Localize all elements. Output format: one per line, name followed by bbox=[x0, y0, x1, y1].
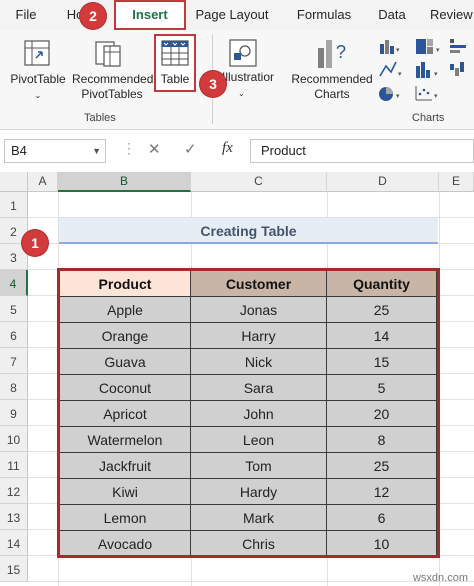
row-header-5[interactable]: 5 bbox=[0, 296, 28, 322]
tab-insert[interactable]: Insert bbox=[114, 0, 186, 30]
table-button[interactable]: Table bbox=[154, 34, 196, 92]
hierarchy-chart-icon bbox=[416, 39, 433, 54]
row-header-1[interactable]: 1 bbox=[0, 192, 28, 218]
formula-bar: B4 ▼ ⋮ ✕ ✓ fx Product bbox=[0, 130, 474, 170]
row-header-11[interactable]: 11 bbox=[0, 452, 28, 478]
tab-data[interactable]: Data bbox=[374, 0, 410, 30]
step-badge-1: 1 bbox=[22, 230, 48, 256]
pivottable-icon bbox=[24, 40, 50, 66]
svg-text:▾: ▾ bbox=[396, 92, 400, 100]
gridline-h bbox=[28, 581, 474, 582]
column-header-e[interactable]: E bbox=[439, 172, 474, 192]
column-header-a[interactable]: A bbox=[28, 172, 58, 192]
pivottable-label: PivotTable bbox=[10, 72, 66, 86]
name-box[interactable]: B4 ▼ bbox=[4, 139, 106, 163]
recommended-pivottables-icon bbox=[95, 41, 121, 67]
chevron-down-icon: ⌄ bbox=[238, 89, 245, 98]
recommended-charts-label-2: Charts bbox=[314, 87, 350, 101]
row-header-4[interactable]: 4 bbox=[0, 270, 28, 296]
select-all-corner[interactable] bbox=[0, 172, 28, 192]
row-header-8[interactable]: 8 bbox=[0, 374, 28, 400]
row-header-9[interactable]: 9 bbox=[0, 400, 28, 426]
waterfall-chart-icon bbox=[450, 62, 464, 76]
svg-text:▾: ▾ bbox=[436, 46, 440, 54]
chevron-down-icon: ▼ bbox=[92, 146, 101, 156]
row-header-6[interactable]: 6 bbox=[0, 322, 28, 348]
svg-text:▾: ▾ bbox=[434, 92, 438, 100]
ribbon: PivotTable ⌄ Recommended PivotTables Tab… bbox=[0, 30, 474, 130]
scatter-chart-icon bbox=[415, 86, 432, 101]
name-box-value: B4 bbox=[11, 143, 27, 158]
svg-text:▾: ▾ bbox=[398, 70, 402, 78]
row-header-10[interactable]: 10 bbox=[0, 426, 28, 452]
tab-page-layout[interactable]: Page Layout bbox=[192, 0, 272, 30]
recommended-charts-icon: ? bbox=[318, 40, 346, 68]
recommended-charts-label-1: Recommended bbox=[291, 72, 373, 86]
tab-formulas[interactable]: Formulas bbox=[292, 0, 356, 30]
cancel-icon[interactable]: ✕ bbox=[148, 140, 161, 158]
row-header-15[interactable]: 15 bbox=[0, 556, 28, 582]
row-header-12[interactable]: 12 bbox=[0, 478, 28, 504]
recommended-pivottables-label-1: Recommended bbox=[72, 72, 154, 86]
row-header-13[interactable]: 13 bbox=[0, 504, 28, 530]
column-header-d[interactable]: D bbox=[327, 172, 439, 192]
ribbon-tab-bar: File Ho Insert Page Layout Formulas Data… bbox=[0, 0, 474, 30]
column-header-c[interactable]: C bbox=[191, 172, 327, 192]
table-icon bbox=[161, 40, 189, 66]
tab-review[interactable]: Review bbox=[430, 0, 474, 30]
illustrations-label: Illustrations bbox=[222, 70, 274, 84]
chevron-down-icon: ⌄ bbox=[34, 91, 42, 100]
step-badge-2: 2 bbox=[80, 3, 106, 29]
enter-icon[interactable]: ✓ bbox=[184, 140, 197, 158]
table-selection-outline bbox=[57, 268, 440, 558]
watermark: wsxdn.com bbox=[412, 572, 468, 584]
recommended-charts-button[interactable]: Recommended Charts bbox=[288, 72, 376, 102]
insert-function-icon[interactable]: fx bbox=[222, 140, 233, 157]
column-chart-icon bbox=[380, 40, 394, 54]
group-label-tables: Tables bbox=[84, 112, 116, 124]
row-header-14[interactable]: 14 bbox=[0, 530, 28, 556]
svg-text:▾: ▾ bbox=[396, 46, 400, 54]
row-header-7[interactable]: 7 bbox=[0, 348, 28, 374]
line-chart-icon bbox=[379, 61, 397, 77]
recommended-pivottables-button[interactable]: Recommended PivotTables bbox=[72, 72, 154, 102]
column-header-b[interactable]: B bbox=[58, 172, 191, 192]
statistic-chart-icon bbox=[416, 62, 430, 78]
bar-chart-icon bbox=[450, 39, 466, 53]
illustrations-icon bbox=[229, 39, 257, 67]
pie-chart-icon bbox=[379, 87, 393, 101]
illustrations-button[interactable]: Illustrations ⌄ bbox=[222, 70, 274, 101]
table-label: Table bbox=[160, 72, 190, 86]
formula-input[interactable]: Product bbox=[250, 139, 474, 163]
svg-text:▾: ▾ bbox=[434, 70, 438, 78]
step-badge-3: 3 bbox=[200, 71, 226, 97]
more-options-icon: ⋮ bbox=[122, 140, 136, 156]
recommended-pivottables-label-2: PivotTables bbox=[81, 87, 143, 101]
pivottable-button[interactable]: PivotTable ⌄ bbox=[4, 72, 72, 103]
sheet-title-cell[interactable]: Creating Table bbox=[59, 218, 438, 244]
group-label-charts: Charts bbox=[412, 112, 445, 124]
tab-file[interactable]: File bbox=[8, 0, 44, 30]
svg-text:?: ? bbox=[336, 42, 346, 62]
chart-type-icons[interactable]: ▾ ▾ ▾ ▾ ▾ ▾ bbox=[378, 36, 474, 102]
